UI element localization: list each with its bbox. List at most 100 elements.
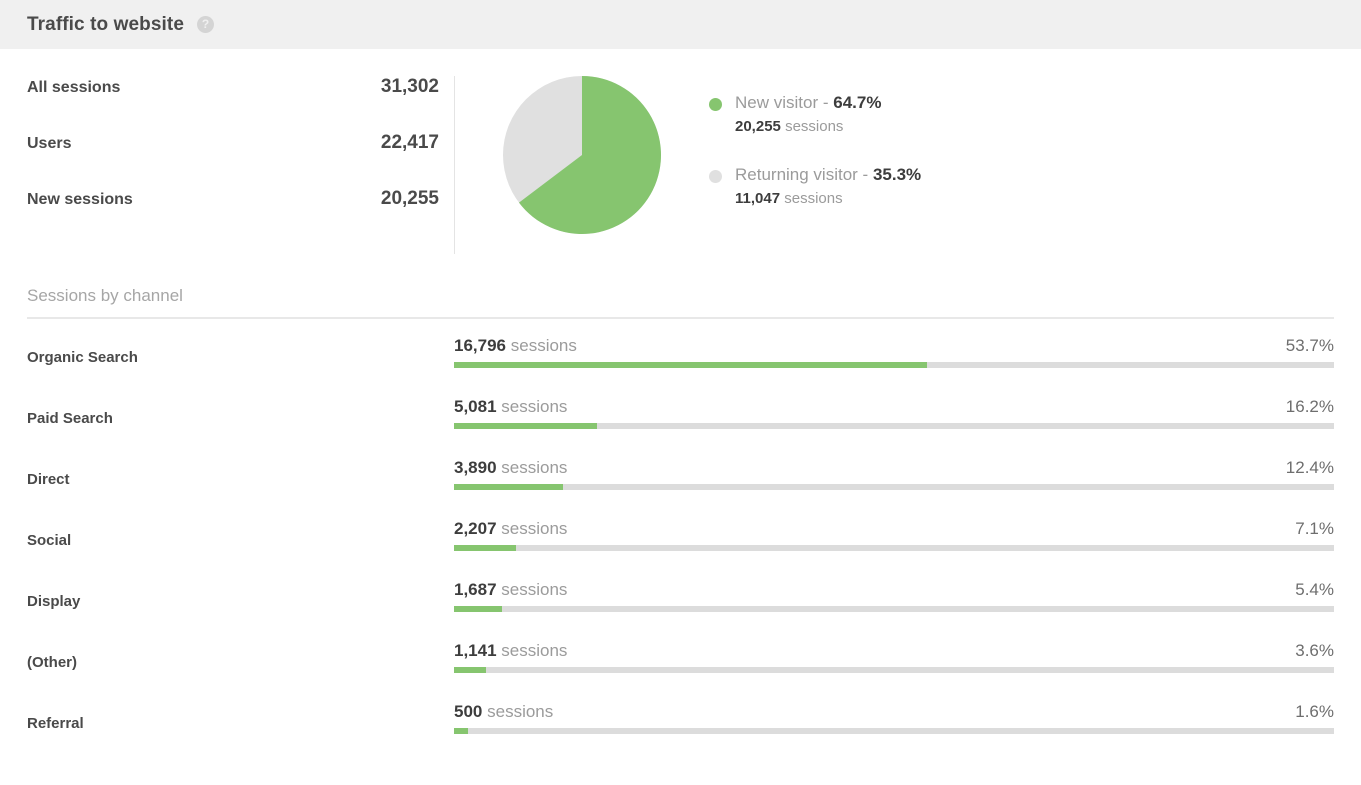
- channel-row[interactable]: Organic Search 16,796 sessions 53.7%: [27, 336, 1334, 397]
- stat-row: New sessions 20,255: [27, 188, 439, 210]
- channel-sessions-word: sessions: [501, 519, 568, 538]
- channel-row[interactable]: Display 1,687 sessions 5.4%: [27, 580, 1334, 641]
- channel-bar-area: 16,796 sessions 53.7%: [454, 336, 1334, 368]
- stat-row: Users 22,417: [27, 132, 439, 154]
- channel-percent: 53.7%: [1285, 336, 1334, 355]
- channel-sessions-label: 1,141 sessions: [454, 641, 567, 661]
- legend-secondary-line: 11,047 sessions: [735, 189, 921, 209]
- channel-sessions-value: 500: [454, 702, 483, 721]
- channel-sessions-label: 500 sessions: [454, 702, 553, 722]
- channel-sessions-label: 3,890 sessions: [454, 458, 567, 478]
- channel-sessions-value: 3,890: [454, 458, 497, 477]
- legend-color-dot-icon: [709, 98, 722, 111]
- channel-list: Organic Search 16,796 sessions 53.7% Paid S…: [27, 319, 1334, 763]
- channel-bar-fill: [454, 606, 502, 612]
- legend-primary-line: New visitor - 64.7%: [735, 93, 881, 112]
- summary-section: All sessions 31,302 Users 22,417 New ses…: [0, 49, 1361, 254]
- channel-bar-fill: [454, 423, 597, 429]
- legend-percent: 64.7%: [833, 93, 882, 112]
- stat-row: All sessions 31,302: [27, 76, 439, 98]
- visitor-pie-chart: [503, 76, 662, 234]
- channel-bar-track: [454, 667, 1334, 673]
- channel-bar-track: [454, 606, 1334, 612]
- channel-name: Organic Search: [27, 349, 138, 366]
- stat-value-users: 22,417: [380, 132, 439, 153]
- channel-sessions-label: 2,207 sessions: [454, 519, 567, 539]
- channel-sessions-label: 1,687 sessions: [454, 580, 567, 600]
- legend-sessions-word: sessions: [785, 117, 844, 135]
- channel-bar-fill: [454, 362, 927, 368]
- channel-row[interactable]: Direct 3,890 sessions 12.4%: [27, 458, 1334, 519]
- channel-bar-area: 2,207 sessions 7.1%: [454, 519, 1334, 551]
- legend-percent: 35.3%: [872, 165, 922, 185]
- sessions-by-channel-section: Sessions by channel Organic Search 16,796…: [0, 286, 1361, 763]
- panel-header: Traffic to website ?: [0, 0, 1361, 49]
- channel-sessions-label: 5,081 sessions: [454, 397, 567, 417]
- channel-sessions-label: 16,796 sessions: [454, 336, 577, 356]
- channel-percent: 1.6%: [1295, 702, 1334, 721]
- stat-label-users: Users: [27, 135, 72, 152]
- channel-bar-fill: [454, 728, 469, 734]
- channel-sessions-value: 16,796: [454, 336, 506, 355]
- channel-row[interactable]: Referral 500 sessions 1.6%: [27, 702, 1334, 763]
- channel-name: Display: [27, 593, 81, 610]
- legend-sessions-value: 11,047: [735, 190, 781, 208]
- channel-sessions-value: 2,207: [454, 519, 497, 538]
- legend-secondary-line: 20,255 sessions: [735, 117, 881, 137]
- channel-sessions-word: sessions: [501, 397, 568, 416]
- legend-item-returning-visitor[interactable]: Returning visitor - 35.3% 11,047 session…: [709, 164, 921, 209]
- channel-row[interactable]: Social 2,207 sessions 7.1%: [27, 519, 1334, 580]
- channel-sessions-value: 5,081: [454, 397, 497, 416]
- channel-sessions-word: sessions: [487, 702, 554, 721]
- legend-sessions-word: sessions: [784, 190, 843, 208]
- channel-percent: 16.2%: [1285, 397, 1334, 416]
- legend-name: Returning visitor: [735, 165, 858, 185]
- legend-color-dot-icon: [709, 170, 722, 184]
- channel-bar-track: [454, 728, 1334, 734]
- channel-row[interactable]: Paid Search 5,081 sessions 16.2%: [27, 397, 1334, 458]
- channel-name: Direct: [27, 471, 70, 488]
- stats-column: All sessions 31,302 Users 22,417 New ses…: [0, 76, 455, 254]
- channel-sessions-value: 1,141: [454, 641, 497, 660]
- channel-bar-track: [454, 362, 1334, 368]
- pie-svg: [503, 76, 662, 234]
- channel-sessions-value: 1,687: [454, 580, 497, 599]
- channel-name: Social: [27, 532, 72, 549]
- pie-legend: New visitor - 64.7% 20,255 sessions Retu…: [709, 76, 921, 209]
- channel-bar-area: 1,141 sessions 3.6%: [454, 641, 1334, 673]
- channel-bar-track: [454, 484, 1334, 490]
- visitor-breakdown: New visitor - 64.7% 20,255 sessions Retu…: [455, 76, 921, 234]
- legend-name: New visitor: [735, 93, 819, 112]
- stat-value-new-sessions: 20,255: [380, 188, 439, 209]
- stat-value-all-sessions: 31,302: [380, 76, 439, 97]
- legend-item-new-visitor[interactable]: New visitor - 64.7% 20,255 sessions: [709, 92, 921, 137]
- channel-sessions-word: sessions: [501, 580, 568, 599]
- channel-bar-track: [454, 423, 1334, 429]
- channel-percent: 5.4%: [1295, 580, 1334, 599]
- help-circle-icon[interactable]: ?: [197, 16, 215, 33]
- channel-percent: 3.6%: [1295, 641, 1334, 660]
- legend-separator: -: [818, 93, 834, 112]
- channel-bar-area: 500 sessions 1.6%: [454, 702, 1334, 734]
- channel-bar-track: [454, 545, 1334, 551]
- stat-label-new-sessions: New sessions: [27, 191, 133, 208]
- channel-name: Referral: [27, 715, 84, 732]
- channel-name: (Other): [27, 654, 77, 671]
- channel-sessions-word: sessions: [510, 336, 577, 355]
- legend-separator: -: [857, 165, 873, 185]
- legend-sessions-value: 20,255: [735, 117, 781, 135]
- legend-primary-line: Returning visitor - 35.3%: [735, 165, 921, 184]
- channel-bar-fill: [454, 484, 564, 490]
- stat-label-all-sessions: All sessions: [27, 79, 121, 96]
- channel-sessions-word: sessions: [501, 641, 568, 660]
- channel-name: Paid Search: [27, 410, 113, 427]
- channel-bar-area: 3,890 sessions 12.4%: [454, 458, 1334, 490]
- channel-bar-fill: [454, 545, 517, 551]
- channel-bar-area: 5,081 sessions 16.2%: [454, 397, 1334, 429]
- channel-row[interactable]: (Other) 1,141 sessions 3.6%: [27, 641, 1334, 702]
- channel-sessions-word: sessions: [501, 458, 568, 477]
- channel-percent: 7.1%: [1295, 519, 1334, 538]
- channel-bar-fill: [454, 667, 486, 673]
- page-title: Traffic to website: [27, 13, 185, 35]
- section-title: Sessions by channel: [27, 286, 183, 305]
